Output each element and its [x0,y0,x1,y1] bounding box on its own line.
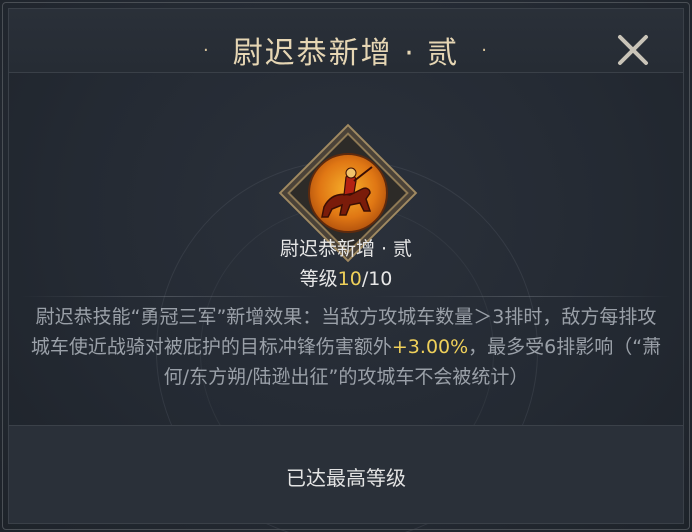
divider-left [20,296,320,297]
dialog-title-row: · 尉迟恭新增 · 贰 · [8,28,684,72]
skill-name: 尉迟恭新增 · 贰 [279,238,413,260]
skill-level: 等级10/10 [0,264,692,291]
dialog-footer: 已达最高等级 [8,425,684,524]
skill-description: 尉迟恭技能“勇冠三军”新增效果：当敌方攻城车数量＞3排时，敌方每排攻城车使近战骑… [28,302,664,392]
max-level-status: 已达最高等级 [286,466,406,490]
close-icon [618,35,648,65]
dialog-title: 尉迟恭新增 · 贰 [232,36,460,71]
description-highlight: +3.00% [391,336,469,358]
level-current: 10 [337,268,362,290]
title-dot-left: · [202,40,211,61]
level-label: 等级 [299,268,338,290]
level-max: /10 [361,268,393,290]
skill-upgrade-dialog: · 尉迟恭新增 · 贰 · 尉迟恭新增 · 贰 等级10/10 尉迟恭技能“勇冠三军… [0,0,692,532]
close-button[interactable] [596,22,670,78]
cavalry-rider-icon [308,153,388,233]
divider-right [372,296,672,297]
title-dot-right: · [481,40,490,61]
dialog-header: · 尉迟恭新增 · 贰 · [8,8,684,73]
